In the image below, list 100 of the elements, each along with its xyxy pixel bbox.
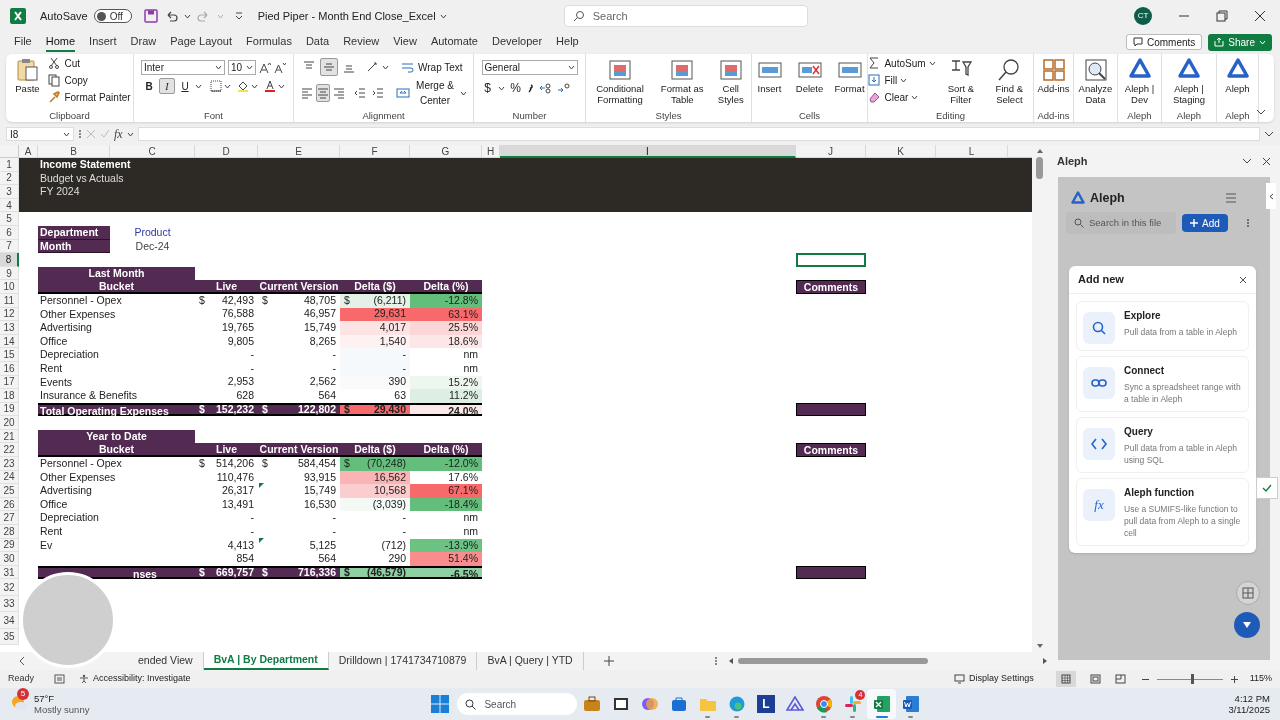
ribbon-button[interactable]: Analyze Data [1075,54,1116,109]
wrap-text-button[interactable]: Wrap Text [401,59,463,75]
previous-sheet-icon[interactable] [18,656,26,666]
ribbon-button[interactable]: Format as Table [656,54,709,109]
add-option[interactable]: Explore Pull data from a table in Aleph [1076,301,1249,351]
menu-tab[interactable]: File [14,32,32,52]
column-header[interactable]: E [258,145,340,158]
insert-function-button[interactable]: fx [114,125,123,143]
ribbon-button[interactable]: Aleph [1218,54,1257,109]
row-header[interactable]: 8 [0,253,19,267]
row-header[interactable]: 15 [0,348,19,362]
taskbar-app-button[interactable]: L [751,689,781,719]
more-icon[interactable] [1245,218,1250,228]
accessibility-button[interactable]: Accessibility: Investigate [79,672,191,686]
add-sheet-icon[interactable] [603,656,614,666]
menu-tab[interactable]: Help [556,32,579,52]
close-icon[interactable] [1254,10,1266,22]
column-header[interactable]: G [410,145,482,158]
column-header[interactable]: C [110,145,195,158]
scroll-left-icon[interactable] [727,657,734,665]
macro-icon[interactable] [54,674,65,684]
scroll-up-icon[interactable] [1036,148,1044,154]
merge-center-button[interactable]: Merge & Center [396,78,467,108]
currency-button[interactable]: $ [481,79,494,97]
font-size-field[interactable]: 10 [228,60,256,75]
borders-icon[interactable] [210,80,222,92]
menu-tab[interactable]: Automate [430,32,478,52]
ribbon-button[interactable]: Clear [868,89,936,106]
menu-tab[interactable]: Review [343,32,380,52]
sheet-tab[interactable]: BvA | Query | YTD [477,652,584,670]
sheet-tab[interactable]: Drilldown | 1741734710879 [328,652,478,670]
menu-tab[interactable]: Page Layout [170,32,233,52]
font-style-button[interactable]: B [141,78,157,94]
save-icon[interactable] [143,9,158,23]
row-header[interactable]: 10 [0,280,19,294]
row-header[interactable]: 1 [0,158,19,172]
ribbon-button[interactable]: Find & Select [986,54,1033,109]
scrollbar-thumb[interactable] [1036,157,1043,179]
menu-tab[interactable]: Home [45,32,76,52]
column-header[interactable]: J [796,145,866,158]
zoom-slider-thumb[interactable] [1190,673,1194,684]
ribbon-button[interactable]: Format [830,54,869,109]
increase-indent-icon[interactable] [372,87,384,99]
ribbon-button[interactable]: Format Painter [48,89,131,106]
percent-button[interactable]: % [508,79,523,97]
column-header[interactable]: I [500,145,796,158]
customize-icon[interactable] [233,11,244,21]
ribbon-button[interactable]: Delete [790,54,829,109]
ribbon-button[interactable]: Aleph | Dev [1119,54,1160,109]
autosave-toggle[interactable]: Off [93,9,132,23]
ribbon-button[interactable]: Cell Styles [710,54,752,109]
row-header[interactable]: 27 [0,511,19,526]
comments-button[interactable]: Comments [1125,34,1203,50]
number-format-field[interactable]: General [481,60,578,75]
sheet-tab[interactable]: BvA | By Department [203,652,329,670]
display-settings-button[interactable]: Display Settings [954,672,1034,686]
column-header[interactable]: F [340,145,410,158]
menu-tab[interactable]: Developer [491,32,543,52]
formula-input[interactable] [137,127,1260,141]
row-header[interactable]: 13 [0,321,19,335]
ribbon-button[interactable]: Sort & Filter [937,54,985,109]
ribbon-button[interactable]: Copy [48,72,131,89]
sheet-tab[interactable]: ended View [128,652,204,670]
expand-icon[interactable] [1264,130,1274,138]
menu-tab[interactable]: Insert [89,32,117,52]
menu-tab[interactable]: Draw [130,32,157,52]
add-option[interactable]: fx Aleph function Use a SUMIFS-like function to pull data from Aleph to a single cell [1076,478,1249,546]
fill-color-icon[interactable] [237,80,249,92]
row-header[interactable]: 5 [0,212,19,226]
ribbon-button[interactable]: Fill [868,72,936,89]
column-header[interactable]: K [866,145,936,158]
checkmark-button[interactable] [1256,477,1278,499]
ribbon-button[interactable]: Insert [750,54,789,109]
column-header[interactable]: H [482,145,500,158]
name-box[interactable]: I8 [6,127,74,141]
grow-font-icon[interactable] [259,61,271,74]
row-header[interactable]: 30 [0,552,19,566]
ribbon-button[interactable]: Paste [8,54,47,109]
taskbar-search-field[interactable]: Search [457,693,578,715]
ribbon-button[interactable]: Aleph | Staging [1163,54,1215,109]
row-header[interactable]: 18 [0,389,19,403]
row-header[interactable]: 20 [0,416,19,430]
column-header[interactable]: D [195,145,258,158]
menu-tab[interactable]: View [393,32,417,52]
ribbon-button[interactable]: Cut [48,55,131,72]
row-header[interactable]: 25 [0,484,19,498]
column-header[interactable]: A [19,145,38,158]
menu-tab[interactable]: Data [305,32,330,52]
decrease-decimal-icon[interactable] [556,82,571,94]
close-icon[interactable] [1262,156,1271,166]
windows-start-icon[interactable] [431,695,450,713]
horizontal-scrollbar-thumb[interactable] [737,658,928,664]
add-option[interactable]: Connect Sync a spreadsheet range with a table in Aleph [1076,356,1249,412]
search-field[interactable]: Search in this file [1066,212,1176,234]
collapse-ribbon-icon[interactable] [1256,108,1266,116]
scroll-down-icon[interactable] [1036,643,1044,649]
shrink-font-icon[interactable] [274,61,286,74]
page-layout-icon[interactable] [1089,674,1101,684]
font-style-button[interactable]: I [159,78,175,94]
add-option[interactable]: Query Pull data from a table in Aleph using SQL [1076,417,1249,473]
